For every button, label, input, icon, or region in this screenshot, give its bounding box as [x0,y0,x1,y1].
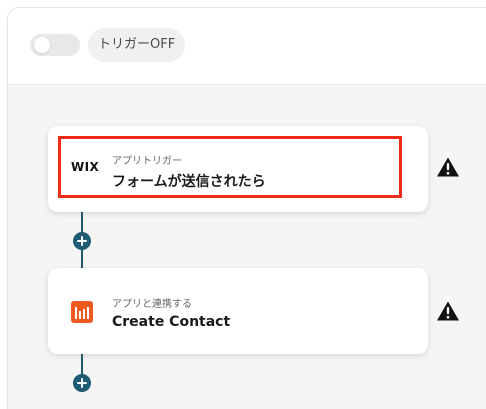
workflow-header: トリガーOFF [8,8,486,85]
trigger-step-title: フォームが送信されたら [112,174,266,190]
action-step-title: Create Contact [112,314,231,330]
warning-icon [437,301,459,321]
flow-connector-line [81,250,83,268]
app-icon-bar [75,307,77,319]
flow-connector-line [81,354,83,374]
workflow-panel: トリガーOFF WIX アプリトリガー フォームが送信されたら アプリと連携する… [7,7,486,409]
workflow-editor: トリガーOFF WIX アプリトリガー フォームが送信されたら アプリと連携する… [0,0,486,409]
trigger-status-label: トリガーOFF [88,28,186,62]
app-icon [71,301,93,323]
app-icon-bar [83,309,85,319]
toggle-knob [34,37,50,53]
trigger-toggle[interactable] [30,34,80,56]
plus-icon[interactable] [73,232,91,250]
warning-icon [437,157,459,177]
trigger-step-card[interactable]: WIX アプリトリガー フォームが送信されたら [48,126,428,212]
app-icon-bar [87,307,89,319]
action-step-card[interactable]: アプリと連携する Create Contact [48,268,428,354]
app-icon-bar [79,311,81,319]
plus-icon[interactable] [73,374,91,392]
action-step-subtitle: アプリと連携する [112,299,192,310]
wix-logo: WIX [71,160,100,174]
trigger-step-subtitle: アプリトリガー [112,156,182,167]
